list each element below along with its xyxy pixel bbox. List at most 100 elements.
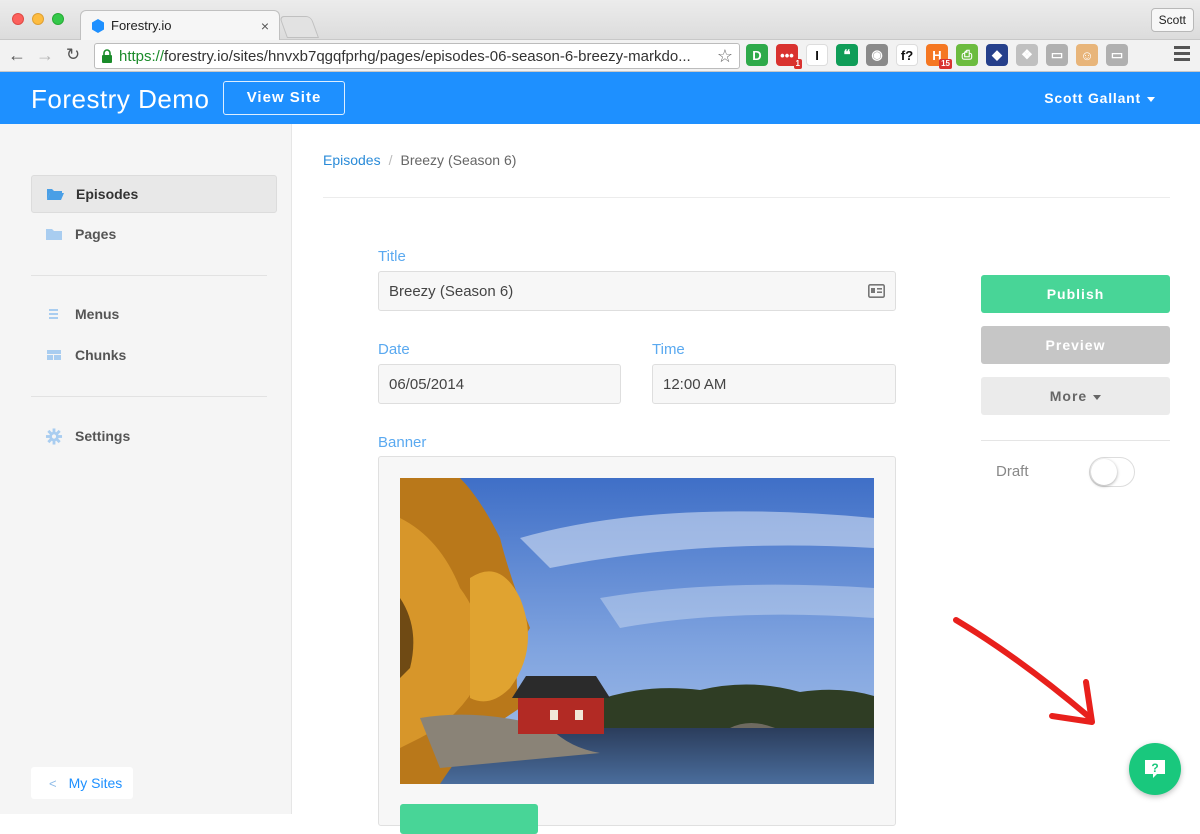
breadcrumb: Episodes / Breezy (Season 6) (323, 152, 516, 168)
date-value: 06/05/2014 (389, 375, 465, 393)
avatar-ext-icon[interactable]: ☺ (1076, 44, 1098, 66)
bookmark-star-icon[interactable]: ☆ (717, 46, 733, 67)
banner-image[interactable] (400, 478, 874, 784)
help-chat-icon: ? (1145, 760, 1165, 778)
dropbox-icon[interactable]: ❖ (1016, 44, 1038, 66)
browser-tab[interactable]: Forestry.io × (80, 10, 280, 40)
user-name: Scott Gallant (1044, 90, 1141, 106)
lastpass-icon[interactable]: ••• 1 (776, 44, 802, 69)
chevron-left-icon: < (49, 775, 57, 791)
breadcrumb-link-episodes[interactable]: Episodes (323, 152, 381, 168)
tab-title: Forestry.io (111, 18, 172, 33)
extension-icons: D ••• 1 I ❝ ◉ f? H 15 ⎙ ◆ ❖ ▭ ☺ ▭ (746, 44, 1128, 69)
date-field[interactable]: 06/05/2014 (378, 364, 621, 404)
my-sites-label: My Sites (68, 775, 123, 791)
publish-button[interactable]: Publish (981, 275, 1170, 313)
url-scheme: https:// (119, 47, 165, 65)
more-button[interactable]: More (981, 377, 1170, 415)
sidebar-item-episodes[interactable]: Episodes (31, 175, 277, 213)
extension-badge: 15 (939, 59, 952, 69)
red-arrow-annotation (953, 617, 1095, 725)
breadcrumb-current: Breezy (Season 6) (400, 152, 517, 168)
sidebar-item-label: Menus (75, 306, 120, 322)
hangouts-icon[interactable]: ❝ (836, 44, 858, 66)
upload-image-button[interactable] (400, 804, 538, 834)
browser-menu-icon[interactable] (1174, 46, 1190, 64)
cast-icon[interactable]: ▭ (1106, 44, 1128, 66)
screenshot-icon[interactable]: ▭ (1046, 44, 1068, 66)
sidebar-item-label: Episodes (76, 186, 139, 202)
colorzilla-icon[interactable]: ◆ (986, 44, 1008, 66)
hubspot-icon[interactable]: H 15 (926, 44, 952, 69)
sidebar-item-label: Chunks (75, 347, 127, 363)
draft-label: Draft (996, 463, 1029, 480)
title-label: Title (378, 248, 406, 265)
camera-icon[interactable]: ◉ (866, 44, 888, 66)
banner-field (378, 456, 896, 834)
folder-icon (46, 229, 62, 240)
extension-glyph: ◉ (871, 47, 883, 62)
extension-glyph: ❝ (843, 47, 851, 62)
extension-glyph: f? (900, 47, 914, 63)
forward-arrow-icon[interactable]: → (34, 44, 56, 66)
window-close-button[interactable] (12, 13, 24, 25)
site-title: Forestry Demo (31, 84, 210, 114)
sidebar-divider (31, 396, 267, 397)
forestry-favicon-icon (92, 18, 104, 33)
id-card-icon[interactable] (868, 284, 885, 298)
actions-divider (981, 440, 1170, 441)
extension-glyph: ⎙ (961, 47, 973, 62)
lock-icon (102, 49, 112, 63)
url-path: forestry.io/sites/hnvxb7qgqfprhg/pages/e… (164, 47, 691, 65)
back-arrow-icon[interactable]: ← (6, 44, 28, 66)
toggle-knob (1091, 459, 1117, 485)
extension-glyph: ❖ (1021, 47, 1033, 62)
sidebar-item-chunks[interactable]: Chunks (31, 336, 277, 374)
title-value: Breezy (Season 6) (389, 282, 514, 300)
extension-glyph: ▭ (1110, 47, 1124, 62)
extension-glyph: ▭ (1050, 47, 1064, 62)
content-divider (323, 197, 1170, 198)
reload-icon[interactable]: ↻ (62, 44, 84, 66)
folder-open-icon (47, 189, 64, 200)
extension-glyph: D (752, 47, 762, 63)
browser-titlebar: Forestry.io × Scott (0, 0, 1200, 40)
address-bar[interactable]: https://forestry.io/sites/hnvxb7qgqfprhg… (94, 43, 740, 69)
instapaper-icon[interactable]: I (806, 44, 828, 66)
extension-badge: 1 (793, 59, 802, 69)
view-site-button[interactable]: View Site (223, 81, 345, 115)
sidebar-item-pages[interactable]: Pages (31, 215, 277, 253)
my-sites-button[interactable]: < My Sites (31, 767, 133, 799)
help-chat-button[interactable]: ? (1129, 743, 1181, 795)
extension-glyph: I (815, 47, 819, 63)
window-minimize-button[interactable] (32, 13, 44, 25)
date-label: Date (378, 341, 410, 358)
preview-button[interactable]: Preview (981, 326, 1170, 364)
more-label: More (1049, 388, 1088, 404)
disconnect-icon[interactable]: D (746, 44, 768, 66)
sidebar-item-menus[interactable]: Menus (31, 295, 277, 333)
extension-glyph: ••• (780, 47, 794, 63)
sidebar-divider (31, 275, 267, 276)
banner-label: Banner (378, 434, 427, 451)
chevron-down-icon (1147, 96, 1155, 102)
chunks-icon (47, 350, 61, 360)
new-tab-button[interactable] (278, 16, 320, 38)
list-icon (49, 309, 58, 319)
svg-text:?: ? (1151, 761, 1158, 775)
sidebar: Episodes Pages Menus Chunks Settings < M… (0, 124, 292, 814)
sidebar-item-label: Pages (75, 226, 117, 242)
window-zoom-button[interactable] (52, 13, 64, 25)
print-icon[interactable]: ⎙ (956, 44, 978, 66)
browser-toolbar: ← → ↻ https://forestry.io/sites/hnvxb7qg… (0, 40, 1200, 72)
sidebar-item-settings[interactable]: Settings (31, 417, 277, 455)
title-field[interactable]: Breezy (Season 6) (378, 271, 896, 311)
user-menu[interactable]: Scott Gallant (1044, 90, 1155, 106)
profile-button[interactable]: Scott (1150, 8, 1194, 32)
whatfont-icon[interactable]: f? (896, 44, 918, 66)
breadcrumb-separator: / (388, 152, 393, 168)
tab-close-icon[interactable]: × (261, 18, 269, 34)
draft-toggle[interactable] (1089, 457, 1135, 487)
time-label: Time (652, 341, 685, 358)
time-field[interactable]: 12:00 AM (652, 364, 896, 404)
